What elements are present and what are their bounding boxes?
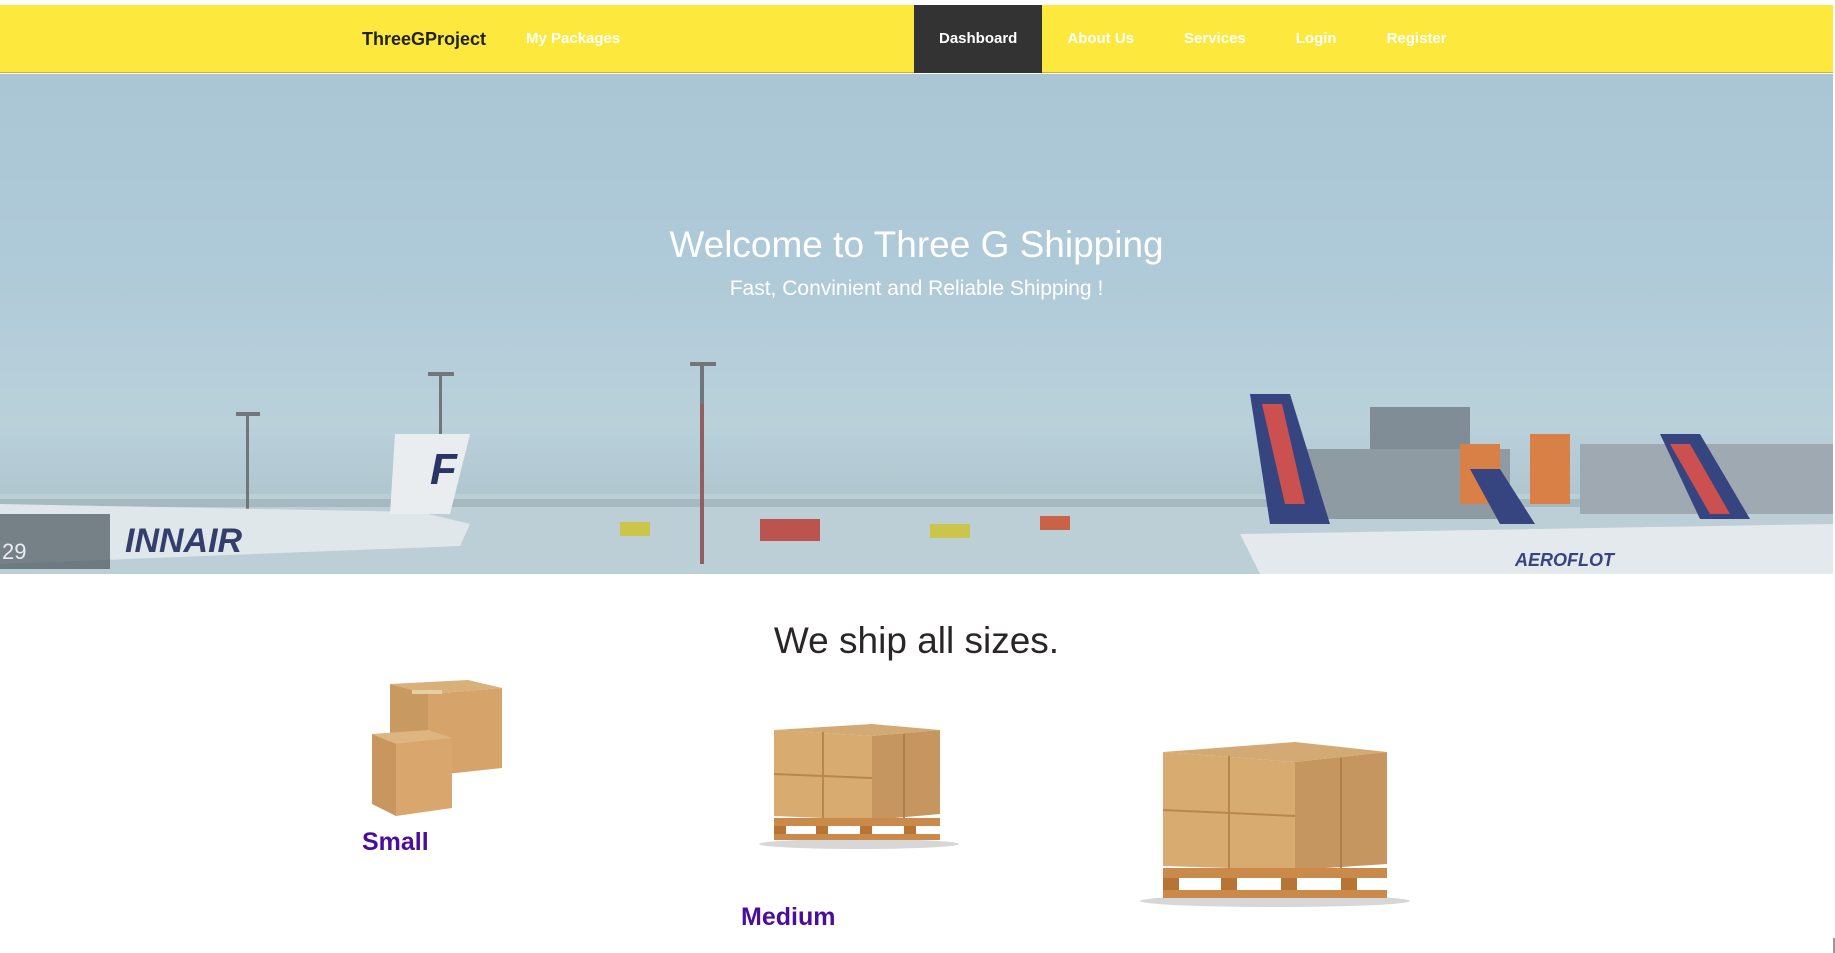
stacked-boxes-icon <box>372 680 502 816</box>
pallet-boxes-icon <box>759 724 959 849</box>
nav-register[interactable]: Register <box>1362 5 1472 73</box>
hero-banner: F INNAIR 29 AEROFLOT Welcome to Three G … <box>0 74 1833 574</box>
nav-services[interactable]: Services <box>1159 5 1271 73</box>
hero-title: Welcome to Three G Shipping <box>669 224 1164 265</box>
nav-login[interactable]: Login <box>1271 5 1362 73</box>
airport-background-image: F INNAIR 29 AEROFLOT <box>0 74 1833 574</box>
large-pallet-boxes-icon <box>1140 742 1410 907</box>
nav-my-packages[interactable]: My Packages <box>526 5 620 73</box>
size-label-small: Small <box>362 828 429 856</box>
size-label-medium: Medium <box>741 903 836 931</box>
sizes-heading: We ship all sizes. <box>773 620 1060 661</box>
hero-subtitle: Fast, Convinient and Reliable Shipping ! <box>729 277 1104 300</box>
brand-link[interactable]: ThreeGProject <box>362 5 486 73</box>
nav-dashboard[interactable]: Dashboard <box>914 5 1043 73</box>
nav-right-menu: Dashboard About Us Services Login Regist… <box>914 5 1472 73</box>
nav-about-us[interactable]: About Us <box>1042 5 1159 73</box>
navbar: ThreeGProject My Packages Dashboard Abou… <box>0 5 1833 73</box>
